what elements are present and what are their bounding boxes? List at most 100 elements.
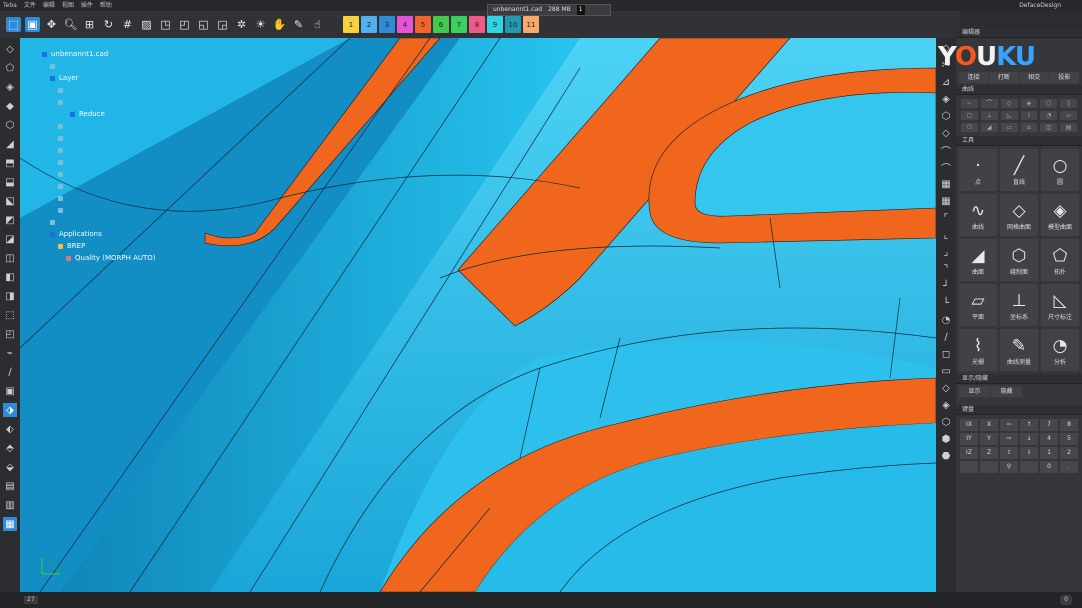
right-tool-icon[interactable]: ⌟ [939,245,953,259]
light-icon[interactable]: ☀ [253,17,268,32]
curve-tool-icon[interactable]: ⌂ [1020,123,1038,132]
tool-point[interactable]: · 点 [959,149,997,191]
keypad-key[interactable]: 4 [1040,433,1058,445]
left-tool-icon[interactable]: ⬓ [3,175,17,189]
right-tool-icon[interactable]: └ [939,296,953,310]
tools-header[interactable]: 工具 [956,136,1082,146]
left-tool-icon[interactable]: ◆ [3,99,17,113]
tool-plane[interactable]: ▱ 平面 [959,284,997,326]
view-top-icon[interactable]: ◰ [177,17,192,32]
tool-stitch-surface[interactable]: ⬡ 缝制面 [1000,239,1038,281]
curve-tool-icon[interactable]: ▤ [1060,123,1077,132]
right-tool-icon[interactable]: ┘ [939,279,953,293]
right-tool-icon[interactable]: ▭ [939,364,953,378]
left-tool-icon[interactable]: ⬘ [3,441,17,455]
menu-item-help[interactable]: 帮助 [100,0,112,11]
keypad-key[interactable]: ⇧ [1000,447,1018,459]
break-button[interactable]: 打断 [989,72,1019,83]
layer-button-8[interactable]: 8 [469,16,485,33]
left-tool-icon[interactable]: ▤ [3,479,17,493]
menu-item-edit[interactable]: 编辑 [43,0,55,11]
right-tool-icon[interactable]: ⬡ [939,415,953,429]
keypad-key[interactable]: IX [960,419,978,431]
keypad-key[interactable]: 1 [1040,447,1058,459]
left-tool-icon[interactable]: ◪ [3,232,17,246]
tree-node-dim[interactable] [42,156,156,168]
layer-button-9[interactable]: 9 [487,16,503,33]
left-tool-icon[interactable]: ◫ [3,251,17,265]
tree-node-dim[interactable] [42,132,156,144]
left-tool-icon[interactable]: ◈ [3,80,17,94]
tool-coordinate-system[interactable]: ⊥ 坐标系 [1000,284,1038,326]
right-tool-icon[interactable]: ⌒ [939,160,953,175]
left-tool-icon[interactable]: ⌁ [3,346,17,360]
view-iso-icon[interactable]: ◲ [215,17,230,32]
keypad-key[interactable]: IZ [960,447,978,459]
view-front-icon[interactable]: ◳ [158,17,173,32]
render-icon[interactable]: ✲ [234,17,249,32]
grid-icon[interactable]: # [120,17,135,32]
layer-button-1[interactable]: 1 [343,16,359,33]
keypad-key[interactable]: IY [960,433,978,445]
right-tool-icon[interactable]: ◇ [939,126,953,140]
tool-curve-measure[interactable]: ✎ 曲线测量 [1000,329,1038,371]
hide-button[interactable]: 隐藏 [991,386,1022,397]
curve-tool-icon[interactable]: ▢ [961,111,978,120]
tool-mesh-surface[interactable]: ◇ 网格曲面 [1000,194,1038,236]
right-tool-icon[interactable]: ◈ [939,92,953,106]
pick-icon[interactable]: ✋ [272,17,287,32]
right-tool-icon[interactable]: ⊿ [939,75,953,89]
pan-icon[interactable]: ✥ [44,17,59,32]
tree-node-dim[interactable] [42,168,156,180]
keypad-key[interactable]: ⇦ [1000,419,1018,431]
curve-tool-icon[interactable]: ∼ [961,99,978,108]
curve-tool-icon[interactable]: ◊ [1060,99,1077,108]
keypad-key[interactable]: ⇨ [1000,433,1018,445]
right-tool-icon[interactable]: ⌒ [939,143,953,158]
curve-tool-icon[interactable]: ◫ [1040,123,1058,132]
layer-button-3[interactable]: 3 [379,16,395,33]
intersect-button[interactable]: 相交 [1019,72,1049,83]
left-tool-icon[interactable]: ⬠ [3,61,17,75]
right-tool-icon[interactable]: ⬢ [939,432,953,446]
layer-button-4[interactable]: 4 [397,16,413,33]
left-tool-icon[interactable]: ⬙ [3,460,17,474]
menu-item-plugins[interactable]: 插件 [81,0,93,11]
document-icon[interactable]: ▣ [25,17,40,32]
tree-node-reduce[interactable]: Reduce [42,108,156,120]
tree-node-dim[interactable] [42,60,156,72]
curve-tool-icon[interactable]: ⬠ [961,123,978,132]
left-tool-icon[interactable]: ⬒ [3,156,17,170]
curve-tool-icon[interactable]: ⬡ [1040,99,1058,108]
curve-tool-icon[interactable]: ▭ [1000,123,1018,132]
layer-button-6[interactable]: 6 [433,16,449,33]
right-tool-icon[interactable]: ◈ [939,398,953,412]
tool-circle[interactable]: ○ 圆 [1041,149,1079,191]
paint-icon[interactable]: ✎ [291,17,306,32]
keypad-header[interactable]: 键盘 [956,405,1082,415]
left-tool-icon[interactable]: ⬚ [3,308,17,322]
tree-root[interactable]: unbenannt1.cad [42,48,156,60]
keypad-key[interactable]: 8 [1060,419,1078,431]
left-tool-icon[interactable]: ◇ [3,42,17,56]
document-tab[interactable]: unbenannt1.cad 288 MB 1 [487,4,611,16]
right-tool-icon[interactable]: ⌞ [939,228,953,242]
left-tool-icon[interactable]: ∕ [3,365,17,379]
layer-button-10[interactable]: 10 [505,16,521,33]
left-tool-icon[interactable]: ◢ [3,137,17,151]
left-tool-icon[interactable]: ⬗ [3,403,17,417]
keypad-key[interactable]: . [1060,461,1078,473]
left-tool-icon[interactable]: ▦ [3,517,17,531]
show-button[interactable]: 显示 [959,386,990,397]
project-button[interactable]: 投影 [1049,72,1079,83]
curve-tool-icon[interactable]: ◇ [1000,99,1018,108]
status-indicator[interactable]: 0 [1060,595,1072,605]
tree-node-dim[interactable] [42,216,156,228]
keypad-key[interactable]: Y [980,433,998,445]
left-tool-icon[interactable]: ◩ [3,213,17,227]
right-tool-icon[interactable]: ◔ [939,313,953,327]
keypad-key[interactable]: X [980,419,998,431]
layer-button-5[interactable]: 5 [415,16,431,33]
hand-icon[interactable]: ☝ [310,17,325,32]
right-tool-icon[interactable]: ▦ [939,194,953,208]
